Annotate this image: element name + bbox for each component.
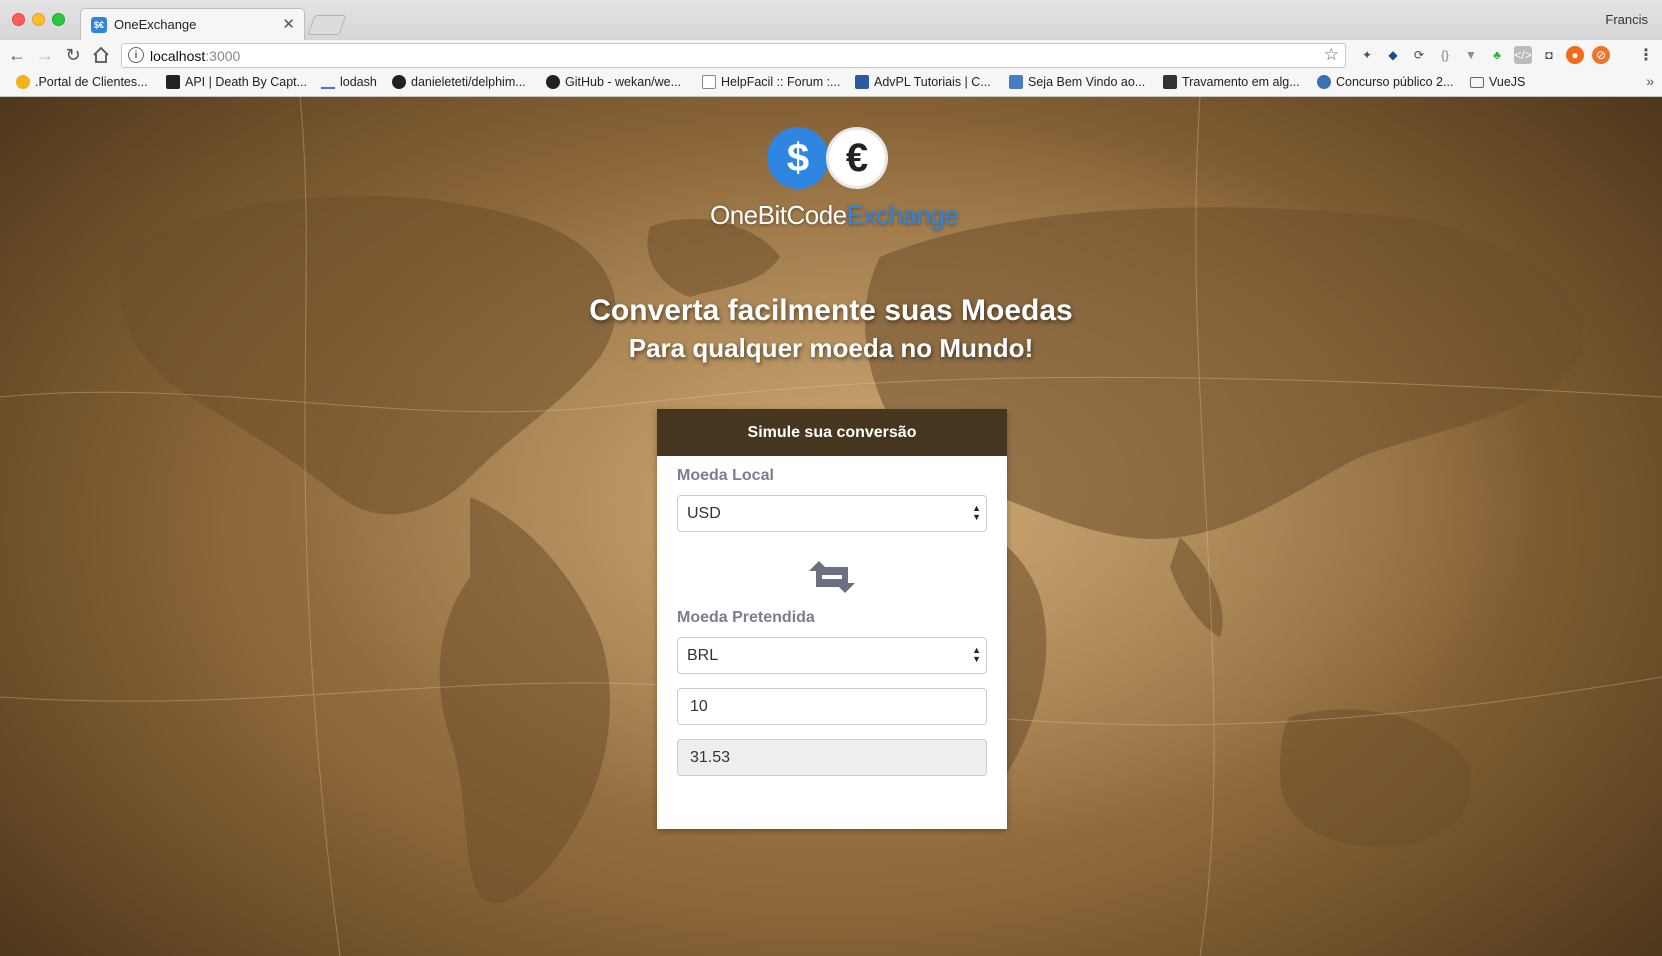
tab-favicon-icon: $€ — [91, 17, 107, 33]
converter-card: Simule sua conversão Moeda Local USD ▲ ▼ … — [657, 409, 1007, 829]
app-page: $ € OneBitCodeExchange Converta facilmen… — [0, 97, 1662, 956]
bookmark-item[interactable]: .Portal de Clientes... — [16, 75, 148, 89]
bookmark-favicon-icon — [855, 75, 869, 89]
tab-close-icon[interactable]: ✕ — [282, 15, 295, 33]
target-currency-label: Moeda Pretendida — [677, 609, 815, 626]
bookmarks-bar: .Portal de Clientes... API | Death By Ca… — [0, 70, 1662, 97]
brand-name-part1: OneBitCode — [710, 200, 847, 230]
folder-icon — [1470, 76, 1484, 88]
converter-card-header: Simule sua conversão — [657, 409, 1007, 456]
bookmark-label: Seja Bem Vindo ao... — [1028, 75, 1146, 89]
local-currency-select[interactable]: USD ▲ ▼ — [677, 495, 987, 532]
extension-block-icon[interactable]: ⊘ — [1592, 46, 1610, 64]
page-headline: Converta facilmente suas Moedas — [589, 294, 1073, 327]
browser-tab[interactable]: $€ OneExchange ✕ — [80, 8, 305, 40]
bookmark-favicon-icon — [16, 75, 30, 89]
bookmark-label: Travamento em alg... — [1182, 75, 1300, 89]
extension-leaf-icon[interactable]: ♣ — [1488, 46, 1506, 64]
bookmark-item[interactable]: Concurso público 2... — [1317, 75, 1453, 89]
brand-name-part2: Exchange — [846, 200, 959, 230]
bookmark-label: VueJS — [1489, 75, 1526, 89]
reload-icon[interactable]: ↻ — [62, 44, 84, 66]
page-subheadline: Para qualquer moeda no Mundo! — [628, 333, 1034, 363]
bookmark-label: Concurso público 2... — [1336, 75, 1454, 89]
bookmark-favicon-icon — [1163, 75, 1177, 89]
extension-braces-icon[interactable]: {} — [1436, 46, 1454, 64]
forward-arrow-icon[interactable]: → — [34, 44, 56, 66]
browser-menu-icon[interactable]: ⋮ — [1638, 45, 1654, 65]
maximize-window-button[interactable] — [52, 13, 65, 26]
bookmark-item[interactable]: HelpFacil :: Forum :... — [702, 75, 840, 89]
dollar-coin-icon: $ — [767, 127, 829, 189]
select-arrows-icon: ▲ ▼ — [972, 645, 981, 664]
bookmark-item[interactable]: Travamento em alg... — [1163, 75, 1300, 89]
info-icon[interactable]: i — [128, 47, 144, 63]
url-port: :3000 — [205, 48, 241, 64]
bookmark-item[interactable]: API | Death By Capt... — [166, 75, 307, 89]
euro-coin-icon: € — [826, 127, 888, 189]
bookmark-favicon-icon — [1317, 75, 1331, 89]
close-window-button[interactable] — [12, 13, 25, 26]
bookmark-folder[interactable]: VueJS — [1470, 75, 1525, 89]
bookmark-label: lodash — [340, 75, 377, 89]
bookmark-label: danieleteti/delphim... — [411, 75, 526, 89]
page-icon — [702, 75, 716, 89]
target-currency-select[interactable]: BRL ▲ ▼ — [677, 637, 987, 674]
amount-input[interactable]: 10 — [677, 688, 987, 725]
swap-currencies-icon[interactable] — [805, 557, 859, 597]
select-arrows-icon: ▲ ▼ — [972, 503, 981, 522]
github-icon — [546, 75, 560, 89]
extension-puzzle-icon[interactable]: ✦ — [1358, 46, 1376, 64]
bookmark-label: HelpFacil :: Forum :... — [721, 75, 841, 89]
extension-code-icon[interactable]: </> — [1514, 46, 1532, 64]
profile-name[interactable]: Francis — [1605, 12, 1648, 27]
back-arrow-icon[interactable]: ← — [6, 44, 28, 66]
browser-chrome: $€ OneExchange ✕ Francis ← → ↻ i localho… — [0, 0, 1662, 97]
address-bar[interactable]: i localhost:3000 ☆ — [121, 43, 1346, 68]
more-bookmarks-icon[interactable]: » — [1646, 73, 1654, 89]
brand-name: OneBitCodeExchange — [710, 200, 959, 231]
new-tab-button[interactable] — [307, 15, 347, 35]
bookmark-label: .Portal de Clientes... — [35, 75, 148, 89]
home-icon[interactable] — [90, 44, 112, 66]
tab-title: OneExchange — [114, 17, 197, 32]
extension-vue-icon[interactable]: ▼ — [1462, 46, 1480, 64]
bookmark-star-icon[interactable]: ☆ — [1324, 45, 1339, 65]
bookmark-label: API | Death By Capt... — [185, 75, 308, 89]
extension-diamond-icon[interactable]: ◆ — [1384, 46, 1402, 64]
bookmark-label: GitHub - wekan/we... — [565, 75, 682, 89]
url-host: localhost — [150, 48, 206, 64]
local-currency-value: USD — [687, 505, 721, 522]
bookmark-label: AdvPL Tutoriais | C... — [874, 75, 991, 89]
bookmark-item[interactable]: Seja Bem Vindo ao... — [1009, 75, 1145, 89]
browser-toolbar: ← → ↻ i localhost:3000 ☆ ✦ ◆ ⟳ {} ▼ ♣ </… — [0, 40, 1662, 70]
extension-shield-icon[interactable]: ◘ — [1540, 46, 1558, 64]
url-text: localhost:3000 — [150, 48, 240, 64]
extension-orange-icon[interactable]: ● — [1566, 46, 1584, 64]
bookmark-item[interactable]: lodash — [321, 75, 377, 89]
minimize-window-button[interactable] — [32, 13, 45, 26]
bookmark-item[interactable]: danieleteti/delphim... — [392, 75, 526, 89]
title-bar: $€ OneExchange ✕ Francis — [0, 0, 1662, 40]
bookmark-favicon-icon — [1009, 75, 1023, 89]
result-output: 31.53 — [677, 739, 987, 776]
bookmark-item[interactable]: AdvPL Tutoriais | C... — [855, 75, 991, 89]
extension-sync-icon[interactable]: ⟳ — [1410, 46, 1428, 64]
github-icon — [392, 75, 406, 89]
target-currency-value: BRL — [687, 647, 719, 664]
bookmark-favicon-icon — [321, 75, 335, 89]
app-logo: $ € — [764, 127, 894, 197]
bookmark-favicon-icon — [166, 75, 180, 89]
local-currency-label: Moeda Local — [677, 467, 774, 484]
bookmark-item[interactable]: GitHub - wekan/we... — [546, 75, 681, 89]
